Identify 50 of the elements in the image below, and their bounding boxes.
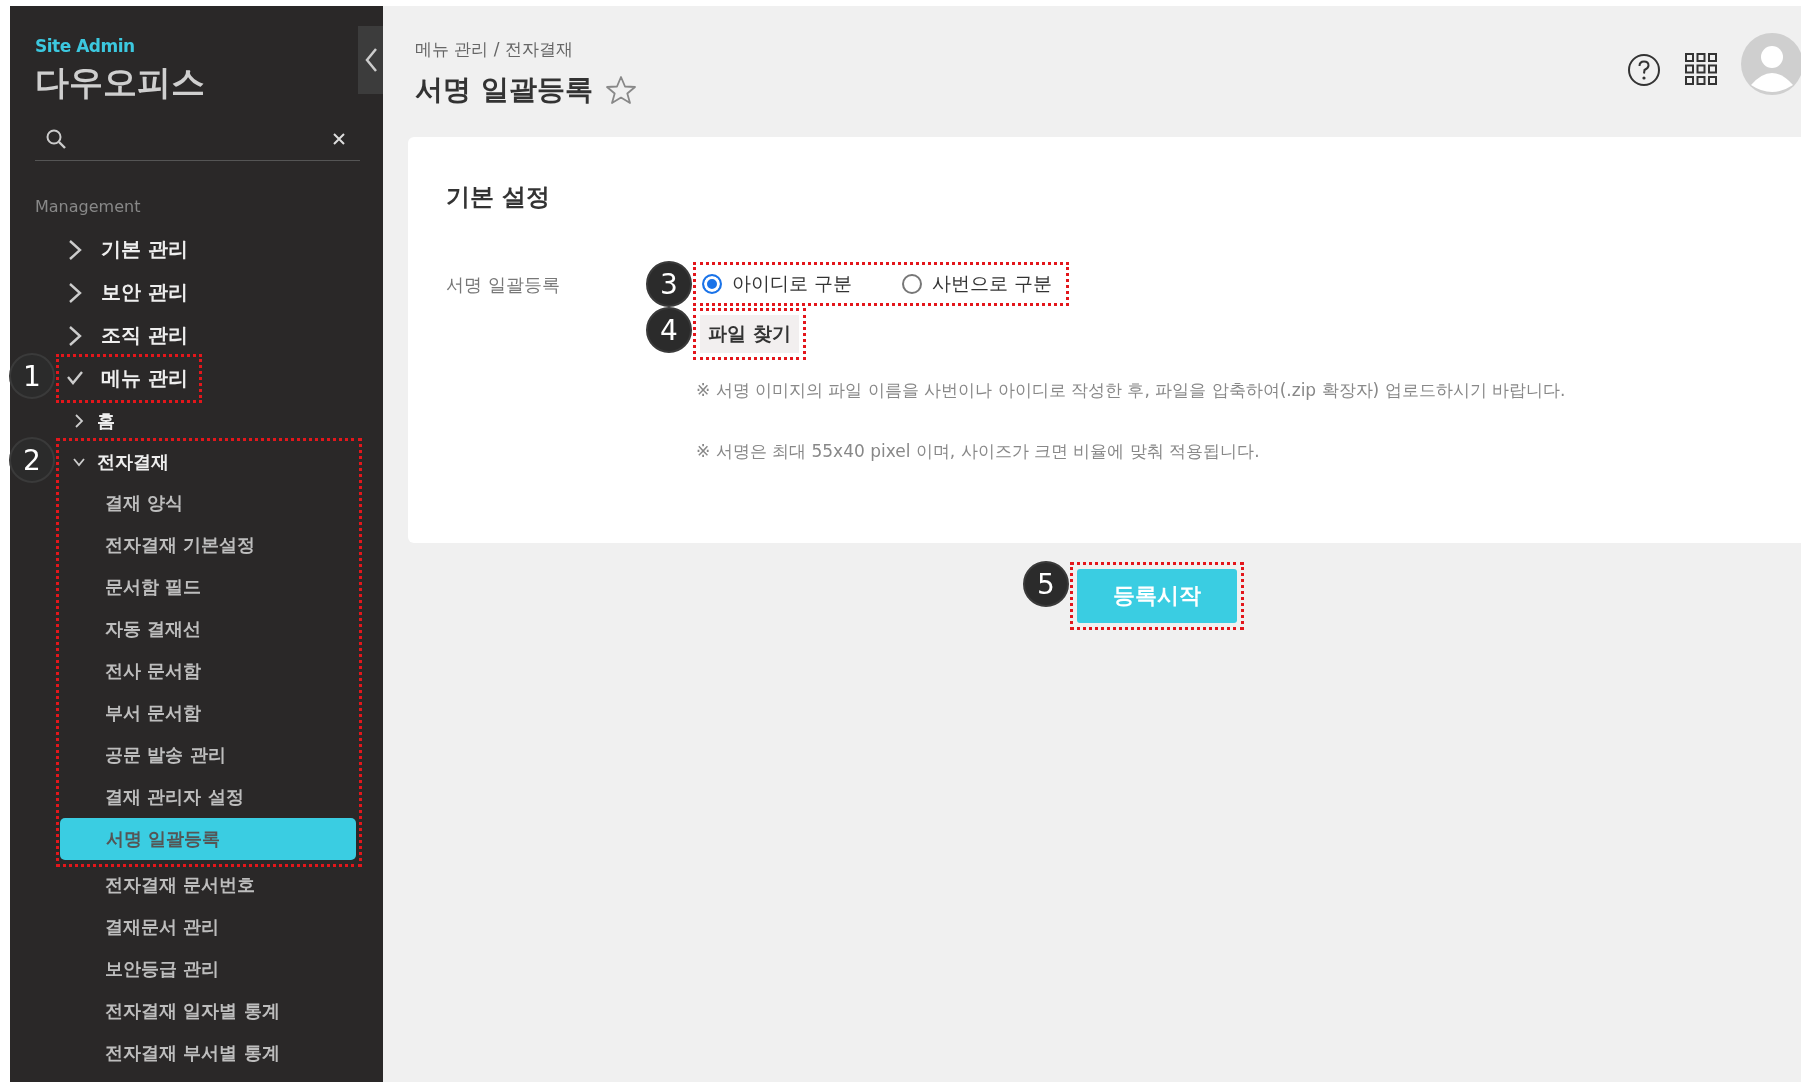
menu-item[interactable]: 홈 [59,400,383,441]
product-logo: 다우오피스 [35,61,206,104]
menu-item[interactable]: 자동 결재선 [59,608,355,650]
menu-item[interactable]: 전자결재 부서별 통계 [59,1032,355,1074]
menu-item[interactable]: 부서 문서함 [59,692,355,734]
chevron-right-icon[interactable] [67,324,83,347]
menu-item[interactable]: 전자결재 [59,441,359,482]
help-text: ※ 서명은 최대 55x40 pixel 이며, 사이즈가 크면 비율에 맞춰 적용됩니다. [696,440,1261,463]
radio-label[interactable]: 사번으로 구분 [932,271,1053,297]
callout-number: 4 [646,307,692,353]
section-label: Management [35,197,142,216]
menu-item[interactable]: 결재문서 관리 [59,906,355,948]
menu-item[interactable]: 결재 양식 [59,482,355,524]
menu-item[interactable]: 보안 관리 [59,271,383,314]
radio-button[interactable] [902,274,923,294]
menu-item[interactable]: 결재 관리자 설정 [59,776,355,818]
app-grid-icon[interactable] [1685,53,1717,85]
radio-button[interactable] [702,274,722,294]
breadcrumb: 메뉴 관리 / 전자결재 [415,38,574,61]
brand-label: Site Admin [35,36,136,56]
menu-item[interactable]: 공문 발송 관리 [59,734,355,776]
star-icon[interactable] [604,75,637,105]
page-title: 서명 일괄등록 [415,72,593,108]
help-text: ※ 서명 이미지의 파일 이름을 사번이나 아이디로 작성한 후, 파일을 압축하여(.zip 확장자) 업로드하시기 바랍니다. [696,379,1566,402]
chevron-right-icon[interactable] [67,281,83,304]
menu-item[interactable]: 조직 관리 [59,314,383,357]
menu-item[interactable]: 서명 일괄등록 [60,818,356,860]
menu-item[interactable]: 전자결재 문서번호 [59,864,355,906]
menu-item[interactable]: 전사 문서함 [59,650,355,692]
menu-item[interactable]: 문서함 필드 [59,566,355,608]
chevron-right-icon[interactable] [73,412,85,429]
callout-number: 5 [1023,561,1069,607]
field-label: 서명 일괄등록 [446,273,560,297]
menu-item[interactable]: 보안등급 관리 [59,948,355,990]
chevron-right-icon[interactable] [67,238,83,261]
callout-number: 1 [9,353,55,399]
menu-item[interactable]: 전자결재 일자별 통계 [59,990,355,1032]
callout-number: 2 [9,437,55,483]
collapse-button[interactable] [358,26,383,94]
callout-number: 3 [646,261,692,307]
radio-label[interactable]: 아이디로 구분 [732,271,853,297]
chevron-left-icon [363,47,378,73]
file-button[interactable]: 파일 찾기 [700,315,799,353]
close-icon[interactable] [332,132,346,146]
menu-item[interactable]: 전자결재 기본설정 [59,524,355,566]
menu-item[interactable]: 기본 관리 [59,228,383,271]
help-icon[interactable] [1627,53,1661,87]
menu-item[interactable]: 메뉴 관리 [59,357,199,400]
search-icon [45,128,67,150]
section-title: 기본 설정 [446,182,552,213]
